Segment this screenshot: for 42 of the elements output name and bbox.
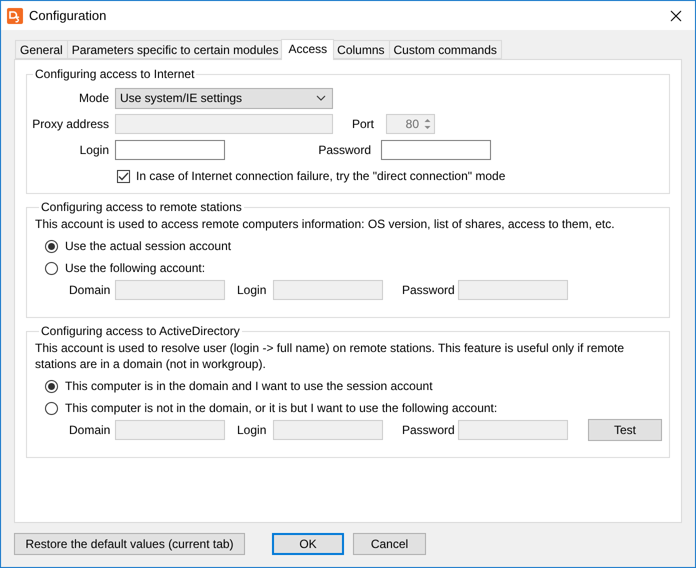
- close-icon[interactable]: [670, 10, 682, 22]
- tab[interactable]: Access: [281, 39, 334, 60]
- tab[interactable]: Parameters specific to certain modules: [66, 40, 284, 59]
- radio-button[interactable]: [45, 380, 58, 392]
- cancel-button[interactable]: Cancel: [353, 533, 426, 555]
- radio-label[interactable]: This computer is in the domain and I want to use the session account: [65, 379, 433, 393]
- field-label: Login: [78, 143, 109, 157]
- radio-button[interactable]: [45, 262, 58, 274]
- tab[interactable]: Columns: [332, 40, 390, 59]
- chevron-down-icon: [316, 95, 326, 101]
- field-label: Port: [352, 117, 376, 131]
- app-logo-icon: [7, 8, 23, 24]
- group-title: Configuring access to remote stations: [40, 200, 243, 214]
- input-field[interactable]: [381, 140, 491, 160]
- window-title: Configuration: [29, 8, 108, 23]
- radio-button[interactable]: [45, 402, 58, 414]
- restore-defaults-button[interactable]: Restore the default values (current tab): [14, 533, 245, 555]
- field-label: Proxy address: [31, 117, 109, 131]
- tab[interactable]: Custom commands: [388, 40, 502, 59]
- ok-button[interactable]: OK: [272, 533, 344, 555]
- checkbox[interactable]: [117, 170, 130, 182]
- field-label: Login: [237, 283, 268, 297]
- input-field[interactable]: [115, 140, 225, 160]
- field-label: Mode: [78, 91, 109, 105]
- checkbox-label[interactable]: In case of Internet connection failure, try the "direct connection" mode: [136, 169, 506, 183]
- field-label: Domain: [69, 283, 112, 297]
- field-label: Password: [317, 143, 371, 157]
- radio-label[interactable]: This computer is not in the domain, or it is but I want to use the following account:: [65, 401, 498, 415]
- description-text: This account is used to access remote computers information: OS version, list of shares, access to them, etc.: [35, 216, 616, 232]
- field-label: Domain: [69, 423, 112, 437]
- radio-button[interactable]: [45, 240, 58, 252]
- field-label: Login: [237, 423, 268, 437]
- field-label: Password: [402, 423, 456, 437]
- description-text: This account is used to resolve user (login -> full name) on remote stations. This feature is useful only if remote stations are in a domain (not in workgroup).: [35, 340, 626, 372]
- group-title: Configuring access to ActiveDirectory: [40, 324, 241, 338]
- group-title: Configuring access to Internet: [34, 67, 196, 81]
- test-button[interactable]: Test: [588, 419, 662, 441]
- radio-label[interactable]: Use the following account:: [65, 261, 206, 275]
- radio-label[interactable]: Use the actual session account: [65, 239, 232, 253]
- tab[interactable]: General: [15, 40, 68, 59]
- mode-dropdown[interactable]: Use system/IE settings: [115, 88, 333, 108]
- field-label: Password: [402, 283, 456, 297]
